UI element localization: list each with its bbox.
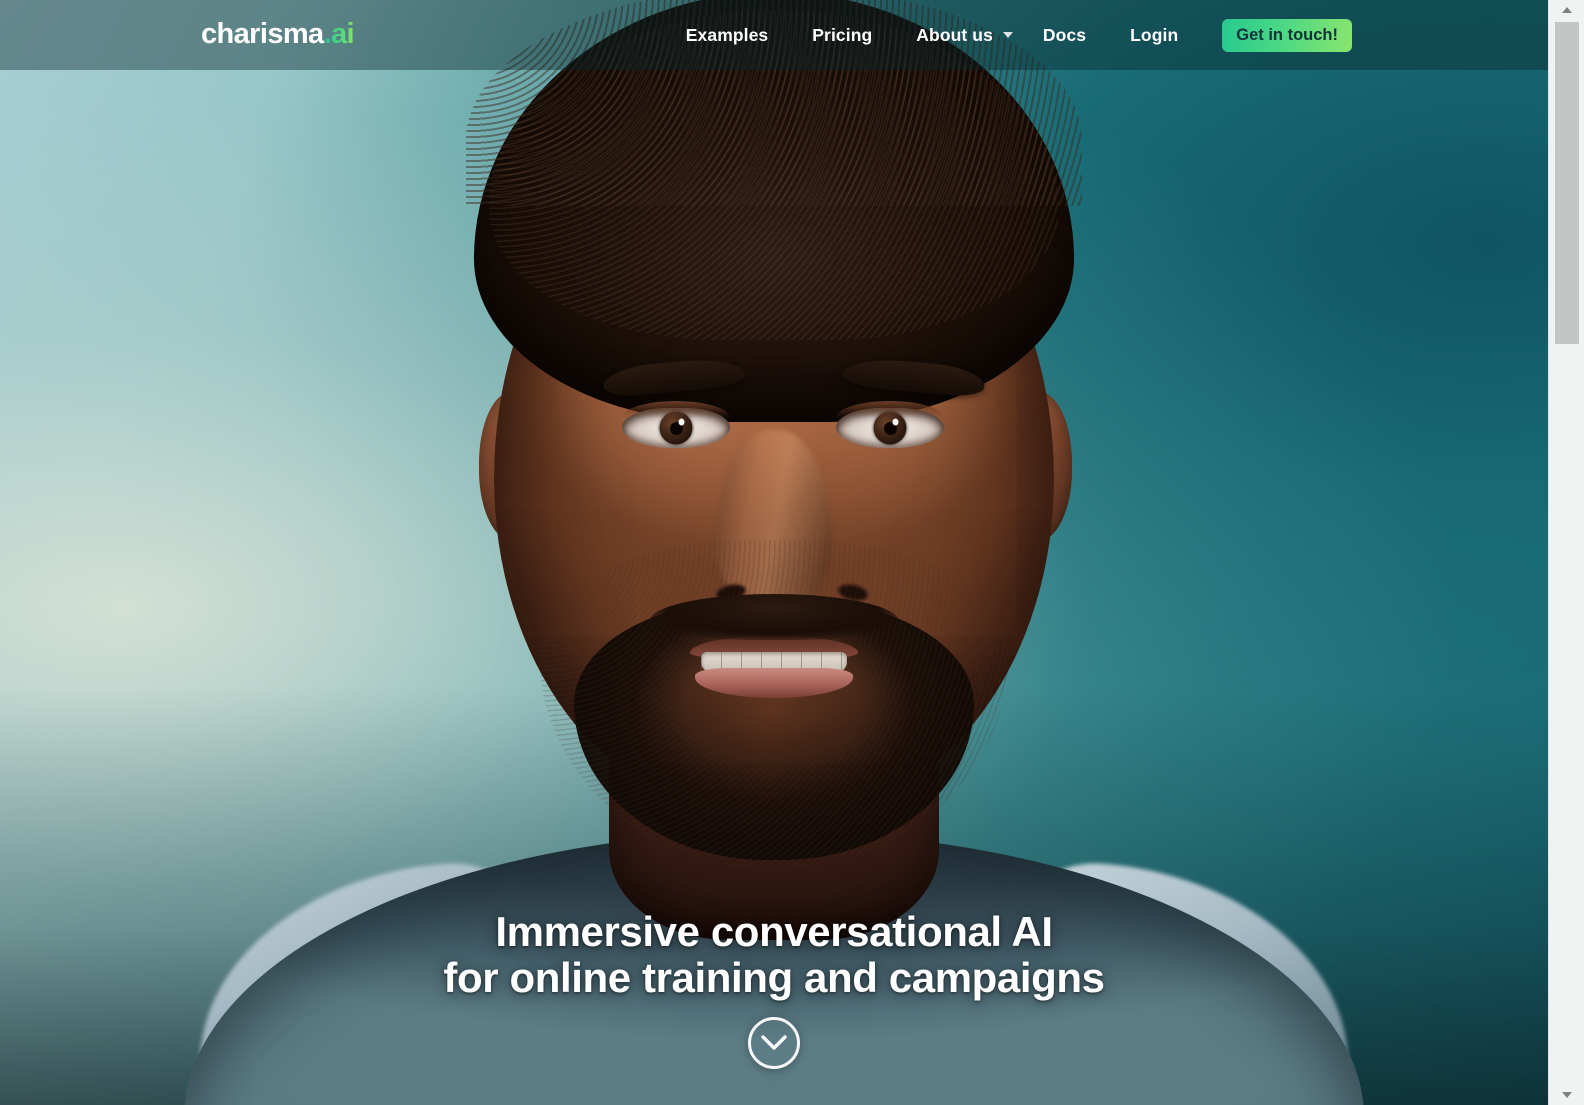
avatar-eye-right bbox=[836, 401, 944, 448]
avatar-eye-glint-left bbox=[678, 418, 685, 426]
avatar-eye-left bbox=[622, 401, 730, 448]
triangle-up-icon bbox=[1562, 7, 1572, 13]
nav-item-docs[interactable]: Docs bbox=[1021, 25, 1108, 46]
nav-item-about-us-label[interactable]: About us bbox=[894, 25, 1015, 46]
avatar-moustache bbox=[649, 594, 899, 640]
scrollbar-up-button[interactable] bbox=[1549, 0, 1584, 20]
hero-headline: Immersive conversational AI for online t… bbox=[0, 907, 1548, 1001]
scrollbar-thumb[interactable] bbox=[1555, 22, 1579, 344]
chevron-down-icon[interactable] bbox=[1002, 32, 1013, 38]
avatar-eye-glint-right bbox=[892, 418, 899, 426]
hero-headline-line-1: Immersive conversational AI bbox=[495, 907, 1053, 955]
site-logo[interactable]: charisma.ai bbox=[201, 18, 355, 50]
hero-headline-line-2: for online training and campaigns bbox=[443, 953, 1105, 1001]
site-header: charisma.ai Examples Pricing About us Do… bbox=[0, 0, 1548, 70]
logo-wordmark: charisma bbox=[201, 18, 324, 50]
scroll-down-button[interactable] bbox=[748, 1017, 800, 1069]
nav-item-examples[interactable]: Examples bbox=[664, 25, 791, 46]
scrollbar-down-button[interactable] bbox=[1549, 1085, 1584, 1105]
nav-item-login[interactable]: Login bbox=[1108, 25, 1200, 46]
hero-content: Immersive conversational AI for online t… bbox=[0, 907, 1548, 1069]
logo-suffix: .ai bbox=[323, 18, 355, 50]
chevron-down-icon bbox=[761, 1035, 787, 1050]
get-in-touch-button[interactable]: Get in touch! bbox=[1222, 18, 1352, 52]
triangle-down-icon bbox=[1562, 1092, 1572, 1098]
page-viewport: charisma.ai Examples Pricing About us Do… bbox=[0, 0, 1548, 1105]
main-navigation: Examples Pricing About us Docs Login Get… bbox=[664, 0, 1352, 70]
browser-scrollbar[interactable] bbox=[1548, 0, 1584, 1105]
nav-item-about-us[interactable]: About us bbox=[894, 25, 1021, 46]
nav-item-pricing[interactable]: Pricing bbox=[790, 25, 894, 46]
